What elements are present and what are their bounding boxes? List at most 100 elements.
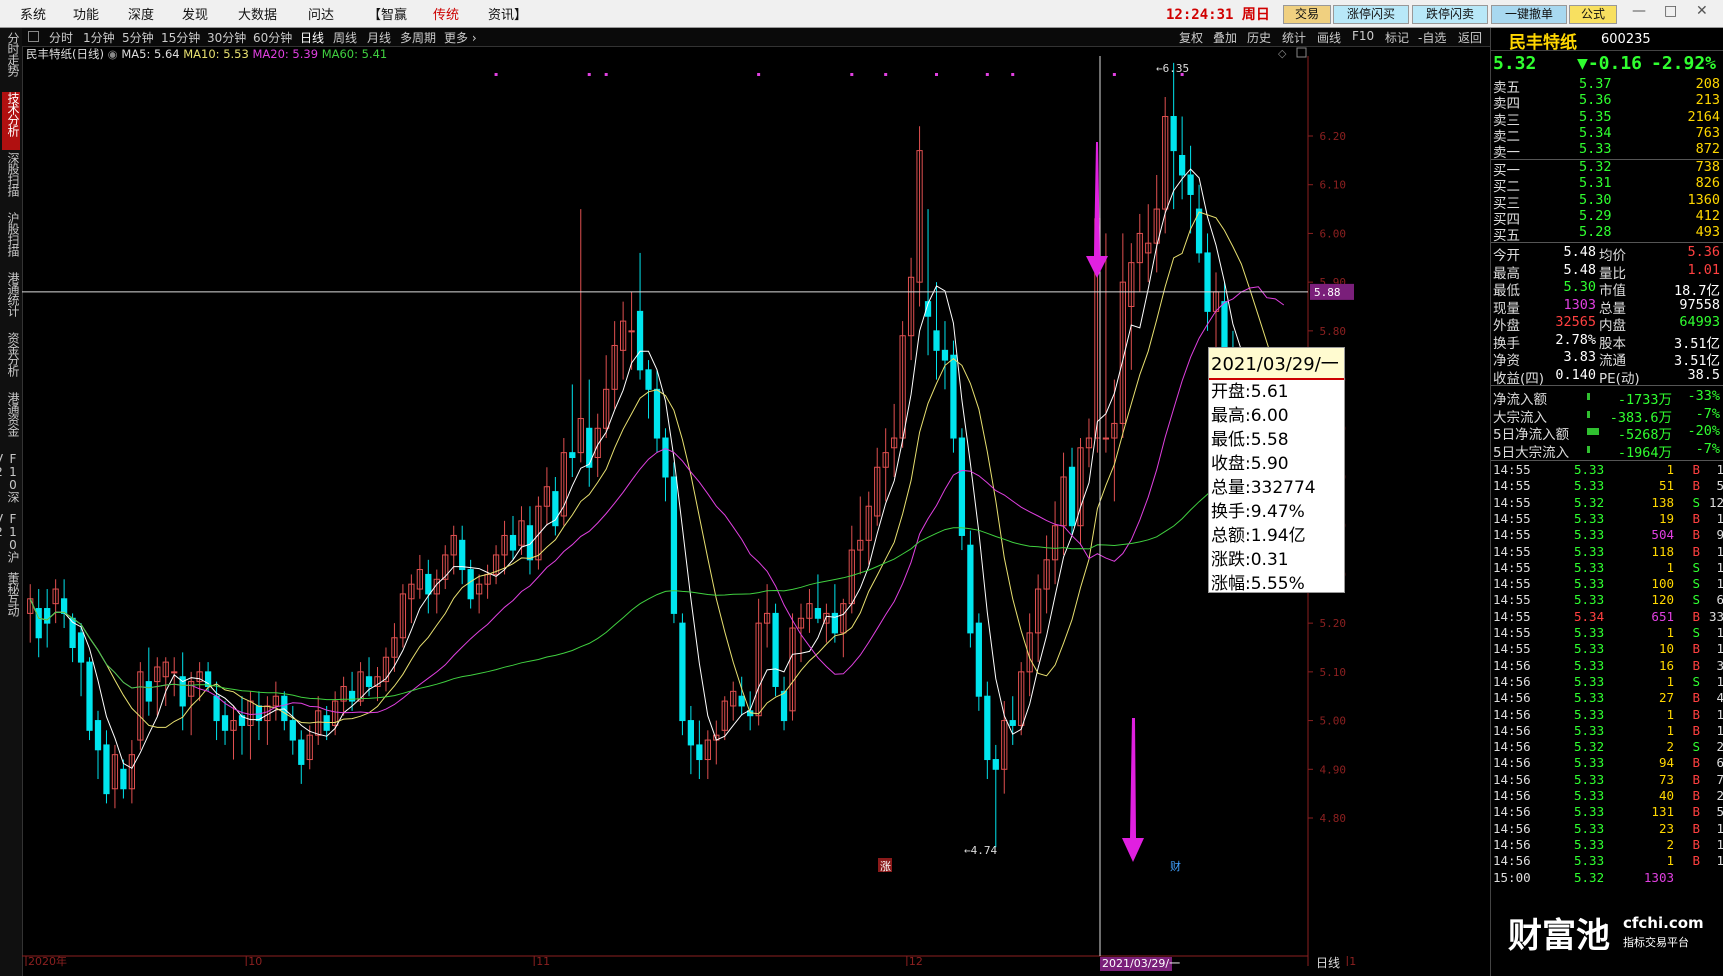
tick-side: B	[1692, 478, 1700, 494]
sidebar-item-timeshare[interactable]: 分时走势	[2, 32, 20, 90]
cancel-all-button[interactable]: 一键撤单	[1491, 5, 1567, 24]
period-weekly[interactable]: 周线	[333, 29, 357, 46]
flow-bar	[1587, 410, 1590, 418]
period-30min[interactable]: 30分钟	[207, 29, 246, 46]
sidebar-item-hk-fund[interactable]: 港通资金	[2, 392, 20, 450]
candle-down	[323, 715, 330, 731]
close-button[interactable]: ✕	[1696, 3, 1708, 19]
x-tick-label: 1	[1349, 955, 1356, 968]
maximize-button[interactable]: □	[1664, 3, 1677, 19]
tool-f10[interactable]: F10	[1352, 29, 1374, 43]
tick-time: 14:55	[1493, 559, 1531, 575]
menu-item-zhiying[interactable]: 【智赢	[368, 4, 407, 23]
stock-change: ▼-0.16	[1577, 53, 1643, 74]
tick-count: 3	[1716, 657, 1723, 673]
sidebar-item-f10-sh[interactable]: F10沪V2	[0, 512, 20, 570]
tick-time: 14:56	[1493, 739, 1531, 755]
tick-volume: 10	[1658, 641, 1674, 657]
tick-side: S	[1692, 494, 1700, 510]
stock-price: 5.32	[1493, 53, 1537, 74]
sidebar-item-board-qa[interactable]: 董秘互动	[2, 572, 20, 630]
period-1min[interactable]: 1分钟	[83, 29, 115, 46]
tick-side: S	[1692, 625, 1700, 640]
tick-price: 5.32	[1574, 739, 1605, 755]
menu-item-depth[interactable]: 深度	[128, 4, 154, 23]
candle-down	[1009, 720, 1016, 726]
menu-item-wenda[interactable]: 问达	[308, 4, 334, 23]
trade-button[interactable]: 交易	[1283, 5, 1331, 24]
tick-time: 14:55	[1493, 494, 1531, 510]
sidebar-item-fund-analysis[interactable]: 资金分析	[2, 332, 20, 390]
candle-down	[298, 739, 305, 765]
tick-price: 5.33	[1574, 576, 1605, 592]
candle-down	[636, 310, 644, 371]
tool-back[interactable]: 返回	[1458, 29, 1482, 46]
tool-stats[interactable]: 统计	[1282, 29, 1306, 46]
tick-time: 14:55	[1493, 478, 1531, 494]
tick-count: 1	[1716, 576, 1723, 592]
ask-volume: 2164	[1687, 108, 1720, 125]
x-tick-label: 11	[536, 955, 550, 968]
tool-draw[interactable]: 画线	[1317, 29, 1341, 46]
candle-down	[509, 534, 517, 551]
sidebar-item-sz-scan[interactable]: 深股扫描	[2, 152, 20, 210]
period-more[interactable]: 更多 ›	[444, 29, 477, 46]
tick-price: 5.32	[1574, 494, 1605, 510]
sidebar-item-sh-scan[interactable]: 沪股扫描	[2, 212, 20, 270]
period-timeshare[interactable]: 分时	[49, 29, 73, 46]
menu-item-discover[interactable]: 发现	[182, 4, 208, 23]
chart-expand-icon[interactable]	[1296, 47, 1307, 58]
panel-toggle-icon[interactable]	[28, 31, 39, 42]
candle-down	[586, 427, 593, 468]
ask-volume: 872	[1695, 141, 1720, 158]
menu-item-function[interactable]: 功能	[73, 4, 99, 23]
signal-dot	[604, 73, 608, 76]
y-tick-label: 5.00	[1320, 715, 1347, 728]
limit-up-buy-button[interactable]: 涨停闪买	[1333, 5, 1409, 24]
sidebar-item-f10-sz[interactable]: F10深V2	[0, 452, 20, 510]
candle-down	[780, 690, 788, 722]
tick-time: 14:55	[1493, 510, 1531, 526]
ask-volume: 213	[1695, 92, 1720, 109]
sidebar-item-technical[interactable]: 技术分析	[2, 92, 20, 150]
tick-side: B	[1692, 706, 1700, 722]
tool-history[interactable]: 历史	[1247, 29, 1271, 46]
tool-watchlist[interactable]: -自选	[1418, 29, 1446, 46]
tool-overlay[interactable]: 叠加	[1213, 29, 1237, 46]
menu-item-traditional[interactable]: 传统	[433, 4, 459, 23]
chart-diamond-icon[interactable]: ◇	[1278, 47, 1287, 60]
period-monthly[interactable]: 月线	[367, 29, 391, 46]
stat-value: 1.01	[1687, 261, 1720, 278]
tick-time: 14:55	[1493, 608, 1531, 624]
tool-adjust[interactable]: 复权	[1179, 29, 1203, 46]
candle-down	[60, 598, 68, 614]
candle-down	[933, 330, 940, 351]
sidebar-item-hk-stats[interactable]: 港通统计	[2, 272, 20, 330]
period-multi[interactable]: 多周期	[400, 29, 436, 46]
tick-count: 2	[1716, 739, 1723, 755]
tick-volume: 1	[1666, 722, 1674, 738]
tool-mark[interactable]: 标记	[1385, 29, 1409, 46]
period-5min[interactable]: 5分钟	[122, 29, 154, 46]
period-15min[interactable]: 15分钟	[161, 29, 200, 46]
tick-price: 5.33	[1574, 543, 1605, 559]
menu-item-system[interactable]: 系统	[20, 4, 46, 23]
formula-button[interactable]: 公式	[1569, 5, 1617, 24]
period-60min[interactable]: 60分钟	[253, 29, 292, 46]
period-daily[interactable]: 日线	[300, 29, 324, 46]
period-toolbar: 分时 1分钟 5分钟 15分钟 30分钟 60分钟 日线 周线 月线 多周期 更…	[22, 28, 1490, 47]
candle-down	[950, 354, 957, 439]
minimize-button[interactable]: —	[1632, 3, 1646, 19]
bid-price: 5.31	[1579, 175, 1612, 192]
tick-volume: 2	[1666, 836, 1674, 852]
tick-count: 6	[1716, 755, 1723, 771]
tick-volume: 16	[1658, 657, 1674, 673]
candle-up	[1102, 437, 1110, 440]
limit-down-sell-button[interactable]: 跌停闪卖	[1412, 5, 1488, 24]
ask-price: 5.34	[1579, 124, 1612, 141]
menu-item-news[interactable]: 资讯】	[488, 4, 527, 23]
tick-price: 5.33	[1574, 853, 1605, 869]
chevron-right-icon: ›	[468, 31, 477, 45]
tick-price: 5.33	[1574, 510, 1605, 526]
menu-item-bigdata[interactable]: 大数据	[238, 4, 277, 23]
